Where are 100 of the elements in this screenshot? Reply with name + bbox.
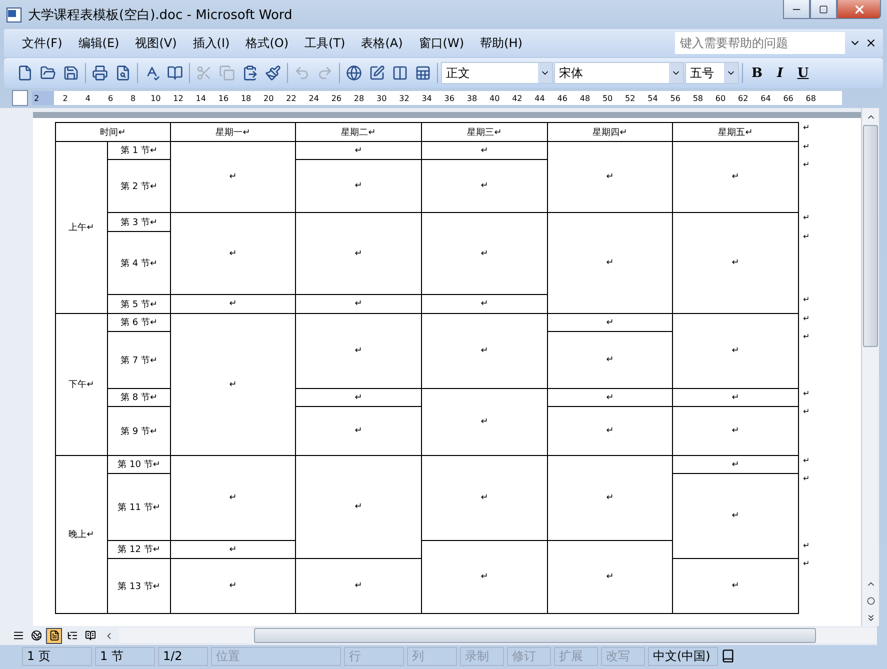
status-field: 列	[407, 646, 457, 666]
table-cell: ↵	[422, 295, 547, 313]
bold-button[interactable]: B	[746, 62, 768, 84]
table-cell: ↵	[422, 314, 547, 388]
paragraph-mark: ↵	[803, 332, 810, 341]
menu-item[interactable]: 格式(O)	[238, 32, 297, 54]
paragraph-mark: ↵	[803, 407, 810, 416]
paragraph-mark: ↵	[803, 160, 810, 169]
lines-icon	[12, 630, 24, 641]
table-cell: ↵	[296, 456, 421, 558]
table-cell: 上午↵	[56, 142, 107, 313]
columns-icon	[392, 65, 408, 81]
tab-selector[interactable]	[12, 90, 28, 106]
close-icon[interactable]	[865, 37, 877, 49]
status-field: 改写	[601, 646, 645, 666]
document-icon	[17, 65, 33, 81]
globe-icon	[346, 65, 362, 81]
paragraph-mark: ↵	[803, 213, 810, 222]
maximize-button[interactable]	[810, 0, 837, 19]
table-cell: 第 3 节↵	[108, 213, 170, 231]
table-cell: ↵	[548, 456, 672, 540]
pencil-icon	[369, 65, 385, 81]
menu-item[interactable]: 帮助(H)	[472, 32, 530, 54]
table-cell: ↵	[548, 407, 672, 455]
table-cell: ↵	[548, 213, 672, 313]
table-cell: ↵	[673, 314, 798, 388]
word-app-icon	[6, 6, 22, 22]
status-field: 1 节	[95, 646, 155, 666]
ruler: 2 2 4 6 8 10 12 14 16 18 20 22 24 26 28 30 32 34 36 38 40 42 44 46 48 50 52 54 56 58 60 62 64 66 68	[32, 91, 842, 105]
table-cell: ↵	[422, 541, 547, 613]
minimize-button[interactable]	[783, 0, 810, 19]
table-cell: 第 11 节↵	[108, 474, 170, 540]
paragraph-mark: ↵	[803, 295, 810, 304]
table-cell: ↵	[422, 142, 547, 159]
table-cell: ↵	[673, 474, 798, 558]
table-header: 时间↵	[56, 123, 170, 141]
paragraph-mark: ↵	[803, 123, 810, 132]
book-icon	[721, 649, 735, 663]
scissors-icon	[196, 65, 212, 81]
table-cell: ↵	[422, 456, 547, 540]
table-cell: ↵	[296, 142, 421, 159]
menu-item[interactable]: 文件(F)	[14, 32, 70, 54]
double-down-arrow-icon	[866, 612, 876, 622]
table-cell: ↵	[548, 332, 672, 388]
table-cell: ↵	[171, 213, 295, 294]
menu-item[interactable]: 窗口(W)	[410, 32, 472, 54]
scroll-thumb[interactable]	[863, 125, 878, 347]
window-title: 大学课程表模板(空白).doc - Microsoft Word	[28, 6, 294, 24]
status-field: 1/2	[158, 646, 208, 666]
spreadsheet-icon	[415, 65, 431, 81]
table-cell: ↵	[296, 314, 421, 388]
status-field: 位置	[211, 646, 341, 666]
table-cell: ↵	[171, 559, 295, 613]
status-field: 扩展	[554, 646, 598, 666]
table-cell: ↵	[548, 541, 672, 613]
close-button[interactable]	[837, 0, 881, 19]
paragraph-mark: ↵	[803, 389, 810, 398]
table-cell: 第 5 节↵	[108, 295, 170, 313]
table-cell: 第 12 节↵	[108, 541, 170, 558]
table-cell: 第 2 节↵	[108, 160, 170, 212]
table-cell: ↵	[296, 160, 421, 212]
status-field: 录制	[460, 646, 504, 666]
table-header: 星期三↵	[422, 123, 547, 141]
paintbrush-icon	[265, 65, 281, 81]
save-icon	[63, 65, 79, 81]
table-cell: 第 1 节↵	[108, 142, 170, 159]
table-cell: 第 6 节↵	[108, 314, 170, 331]
menu-item[interactable]: 插入(I)	[184, 32, 238, 54]
status-field: 1 页	[22, 646, 92, 666]
globe-icon	[30, 630, 42, 641]
table-header: 星期五↵	[673, 123, 798, 141]
paragraph-mark: ↵	[803, 314, 810, 323]
menu-item[interactable]: 表格(A)	[353, 32, 411, 54]
horizontal-scroll-thumb[interactable]	[254, 628, 816, 643]
paragraph-mark: ↵	[803, 474, 810, 483]
paragraph-mark: ↵	[803, 142, 810, 151]
table-cell: ↵	[171, 295, 295, 313]
table-cell: ↵	[296, 559, 421, 613]
paragraph-mark: ↵	[803, 456, 810, 465]
table-cell: ↵	[171, 314, 295, 455]
copy-icon	[219, 65, 235, 81]
table-cell: 第 8 节↵	[108, 389, 170, 406]
help-search-field[interactable]: 键入需要帮助的问题	[675, 32, 845, 54]
book-icon	[167, 65, 183, 81]
table-cell: ↵	[673, 213, 798, 313]
table-cell: ↵	[548, 389, 672, 406]
table-cell: 第 4 节↵	[108, 232, 170, 294]
table-cell: ↵	[673, 456, 798, 473]
vertical-scrollbar[interactable]	[861, 108, 879, 626]
print-view-button[interactable]	[46, 628, 62, 644]
table-cell: 下午↵	[56, 314, 107, 455]
redo-icon	[317, 65, 333, 81]
italic-button[interactable]: I	[769, 62, 791, 84]
underline-button[interactable]: U	[792, 62, 814, 84]
table-cell: ↵	[673, 389, 798, 406]
menu-item[interactable]: 视图(V)	[127, 32, 185, 54]
clipboard-icon	[242, 65, 258, 81]
undo-icon	[294, 65, 310, 81]
menu-item[interactable]: 编辑(E)	[70, 32, 128, 54]
menu-item[interactable]: 工具(T)	[296, 32, 354, 54]
